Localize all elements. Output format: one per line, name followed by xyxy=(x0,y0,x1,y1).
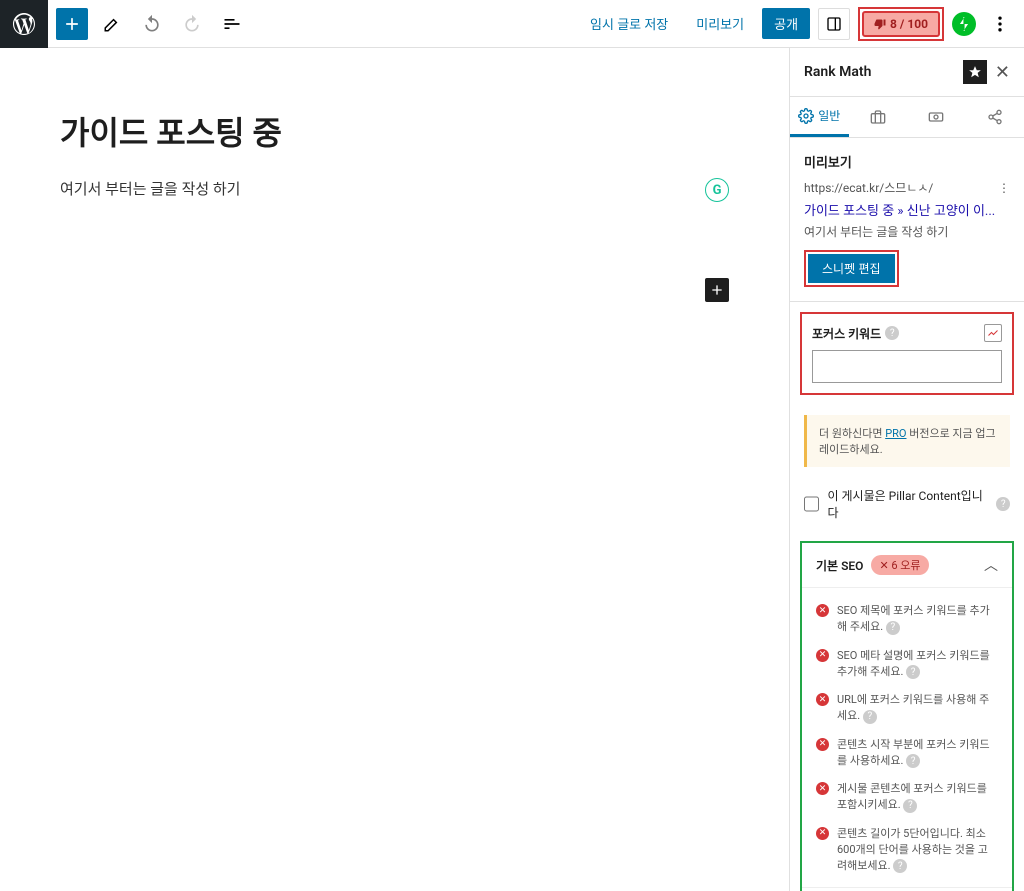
add-block-floating[interactable] xyxy=(705,278,729,302)
post-content[interactable]: 여기서 부터는 글을 작성 하기 xyxy=(60,178,729,199)
help-icon[interactable]: ? xyxy=(906,665,920,679)
seo-check-item: ✕콘텐츠 길이가 5단어입니다. 최소 600개의 단어를 사용하는 것을 고려… xyxy=(816,819,998,880)
wordpress-icon xyxy=(13,13,35,35)
chevron-up-icon: ︿ xyxy=(984,555,998,575)
seo-check-item: ✕URL에 포커스 키워드를 사용해 주세요. ? xyxy=(816,685,998,730)
help-icon[interactable]: ? xyxy=(886,621,900,635)
help-icon[interactable]: ? xyxy=(863,710,877,724)
preview-title: 가이드 포스팅 중 » 신난 고양이 이... xyxy=(804,200,1010,219)
sidebar-toggle[interactable] xyxy=(818,8,850,40)
pillar-label: 이 게시물은 Pillar Content입니다 xyxy=(827,487,988,521)
post-title[interactable]: 가이드 포스팅 중 xyxy=(60,108,729,154)
panel-basic-seo[interactable]: 기본 SEO ✕ 6 오류 ︿ xyxy=(802,543,1012,588)
sidebar-icon xyxy=(826,16,842,32)
save-draft-link[interactable]: 임시 글로 저장 xyxy=(580,8,678,39)
fail-icon: ✕ xyxy=(816,649,829,662)
fail-icon: ✕ xyxy=(816,604,829,617)
preview-link[interactable]: 미리보기 xyxy=(686,8,754,39)
panel-additional[interactable]: 추가 ✕ 8 오류 ﹀ xyxy=(802,887,1012,891)
seo-check-item: ✕SEO 제목에 포커스 키워드를 추가해 주세요. ? xyxy=(816,596,998,641)
redo-button[interactable] xyxy=(176,8,208,40)
seo-check-item: ✕SEO 메타 설명에 포커스 키워드를 추가해 주세요. ? xyxy=(816,641,998,686)
fail-icon: ✕ xyxy=(816,738,829,751)
more-options-button[interactable] xyxy=(984,8,1016,40)
tab-advanced[interactable] xyxy=(849,97,908,137)
tab-general[interactable]: 일반 xyxy=(790,97,849,137)
gear-icon xyxy=(798,108,814,124)
help-icon[interactable]: ? xyxy=(893,859,907,873)
undo-button[interactable] xyxy=(136,8,168,40)
plus-icon xyxy=(709,282,725,298)
panel-basic-title: 기본 SEO xyxy=(816,557,863,574)
publish-button[interactable]: 공개 xyxy=(762,8,810,39)
preview-section-title: 미리보기 xyxy=(804,152,1010,171)
seo-check-item: ✕콘텐츠 시작 부분에 포커스 키워드를 사용하세요. ? xyxy=(816,730,998,775)
sidebar-plugin-title: Rank Math xyxy=(804,64,871,80)
seo-check-item: ✕게시물 콘텐츠에 포커스 키워드를 포함시키세요. ? xyxy=(816,774,998,819)
pro-link[interactable]: PRO xyxy=(885,427,906,440)
fail-icon: ✕ xyxy=(816,827,829,840)
briefcase-icon xyxy=(870,109,886,125)
focus-keyword-label: 포커스 키워드 xyxy=(812,325,881,342)
close-sidebar-button[interactable]: ✕ xyxy=(995,62,1010,83)
edit-snippet-button[interactable]: 스니펫 편집 xyxy=(808,254,895,283)
dots-vertical-icon xyxy=(990,14,1010,34)
share-icon xyxy=(987,109,1003,125)
trend-icon[interactable] xyxy=(984,324,1002,342)
help-icon[interactable]: ? xyxy=(906,754,920,768)
jetpack-icon[interactable] xyxy=(952,12,976,36)
list-icon xyxy=(222,14,242,34)
redo-icon xyxy=(182,14,202,34)
url-more-icon[interactable]: ⋮ xyxy=(998,181,1010,195)
pro-upgrade-notice: 더 원하신다면 PRO 버전으로 지금 업그레이드하세요. xyxy=(804,415,1010,467)
edit-button[interactable] xyxy=(96,8,128,40)
thumbs-down-icon xyxy=(874,18,886,30)
editor-area[interactable]: 가이드 포스팅 중 여기서 부터는 글을 작성 하기 G xyxy=(0,48,789,891)
pillar-checkbox[interactable] xyxy=(804,496,819,512)
favorite-button[interactable] xyxy=(963,60,987,84)
tab-schema[interactable] xyxy=(907,97,966,137)
help-icon[interactable]: ? xyxy=(885,326,899,340)
plus-icon xyxy=(62,14,82,34)
star-icon xyxy=(968,65,982,79)
money-icon xyxy=(928,109,944,125)
wordpress-logo[interactable] xyxy=(0,0,48,48)
pencil-icon xyxy=(103,15,121,33)
tab-general-label: 일반 xyxy=(818,107,840,124)
help-icon[interactable]: ? xyxy=(996,497,1010,511)
add-block-button[interactable] xyxy=(56,8,88,40)
trending-up-icon xyxy=(987,327,999,339)
details-button[interactable] xyxy=(216,8,248,40)
help-icon[interactable]: ? xyxy=(903,799,917,813)
preview-description: 여기서 부터는 글을 작성 하기 xyxy=(804,223,1010,240)
preview-url: https://ecat.kr/스므ㄴㅅ/ xyxy=(804,179,933,196)
fail-icon: ✕ xyxy=(816,782,829,795)
seo-score-text: 8 / 100 xyxy=(890,17,928,31)
tab-social[interactable] xyxy=(966,97,1024,137)
focus-keyword-input[interactable] xyxy=(812,350,1002,383)
fail-icon: ✕ xyxy=(816,693,829,706)
seo-score-badge[interactable]: 8 / 100 xyxy=(862,11,940,37)
undo-icon xyxy=(142,14,162,34)
grammarly-icon[interactable]: G xyxy=(705,178,729,202)
bolt-icon xyxy=(957,17,971,31)
panel-basic-errors: ✕ 6 오류 xyxy=(871,555,928,575)
